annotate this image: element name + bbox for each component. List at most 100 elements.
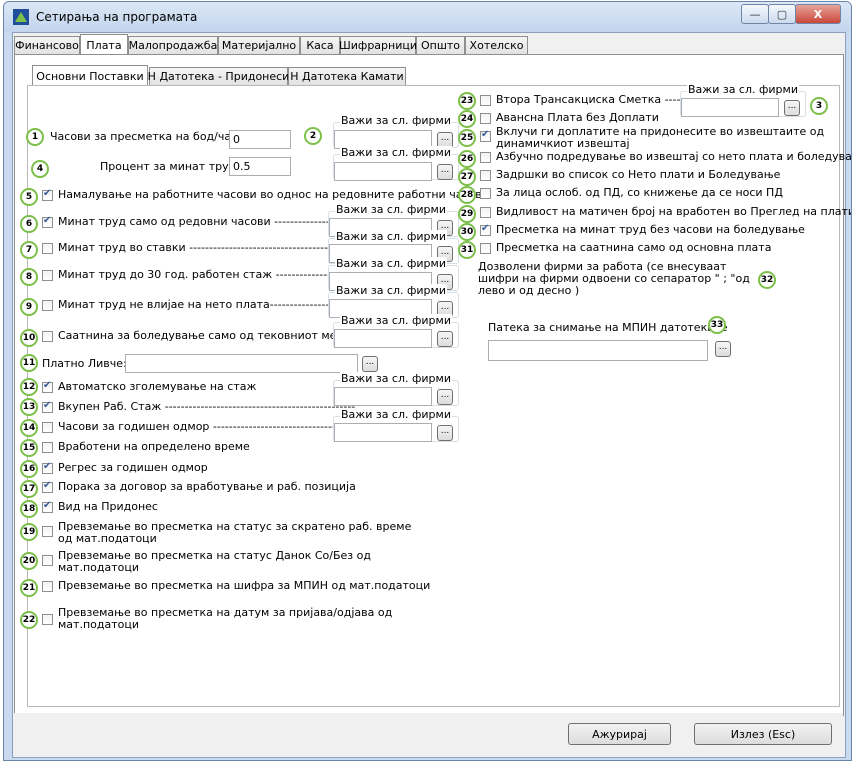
reduced-time-checkbox[interactable]: [42, 526, 53, 537]
past-work-regular-checkbox[interactable]: [42, 215, 53, 228]
firms-browse-23[interactable]: ...: [784, 100, 800, 116]
second-account-checkbox[interactable]: [480, 95, 491, 106]
tab-hotelsko[interactable]: Хотелско: [465, 36, 528, 54]
percent-label: Процент за минат труд: [100, 160, 237, 173]
register-date-checkbox[interactable]: [42, 614, 53, 625]
group-label: Важи за сл. фирми: [340, 372, 452, 385]
payslip-browse[interactable]: ...: [362, 356, 378, 372]
tab-maloprodazba[interactable]: Малопродажба: [128, 36, 218, 54]
firms-input-percent[interactable]: [334, 162, 432, 181]
button-bar: Ажурирај Излез (Esc): [14, 713, 843, 756]
subtab-content: 1 Часови за пресметка на бод/час 0 2 Важ…: [20, 83, 851, 707]
auto-tenure-checkbox[interactable]: [42, 380, 53, 393]
exempt-pd-checkbox[interactable]: [480, 188, 491, 199]
reduce-hours-checkbox[interactable]: [42, 188, 53, 201]
firms-browse-12[interactable]: ...: [437, 389, 453, 405]
vacation-bonus-checkbox[interactable]: [42, 461, 53, 474]
tax-status-label: Превземање во пресметка на статус Данок …: [58, 549, 371, 574]
tab-finansovo[interactable]: Финансово: [14, 36, 80, 54]
marker-19: 19: [20, 523, 38, 541]
marker-11: 11: [20, 354, 38, 372]
tab-label: Каса: [306, 39, 334, 52]
group-label: Важи за сл. фирми: [340, 314, 452, 327]
past-work-no-sick-label: Пресметка на минат труд без часови на бо…: [496, 223, 805, 236]
marker-20: 20: [20, 552, 38, 570]
tab-label: Шифрарници: [339, 39, 417, 52]
firms-input-23[interactable]: [681, 98, 779, 117]
firms-browse-10[interactable]: ...: [437, 331, 453, 347]
subtab-osnovni[interactable]: Основни Поставки: [32, 65, 148, 86]
marker-12: 12: [20, 378, 38, 396]
past-work-30y-checkbox[interactable]: [42, 270, 53, 281]
vacation-bonus-label: Регрес за годишен одмор: [58, 461, 208, 474]
past-work-no-sick-checkbox[interactable]: [480, 223, 491, 236]
past-work-regular-label: Минат труд само од редовни часови ------…: [58, 215, 362, 228]
past-work-items-checkbox[interactable]: [42, 243, 53, 254]
exempt-pd-label: За лица ослоб. од ПД, со книжење да се н…: [496, 186, 783, 199]
firms-input-10[interactable]: [334, 329, 432, 348]
maximize-icon: ▢: [776, 7, 788, 21]
tab-label: Плата: [86, 38, 122, 52]
past-work-net-label: Минат труд не влијае на нето плата------…: [58, 298, 362, 311]
tab-plata[interactable]: Плата: [80, 34, 128, 55]
contribution-type-checkbox[interactable]: [42, 500, 53, 513]
fixed-term-checkbox[interactable]: [42, 442, 53, 453]
tab-sifrarnici[interactable]: Шифрарници: [339, 36, 417, 54]
tax-status-checkbox[interactable]: [42, 555, 53, 566]
advance-pay-label: Авансна Плата без Доплати: [496, 111, 659, 124]
mpin-path-browse[interactable]: ...: [715, 341, 731, 357]
marker-27: 27: [458, 168, 476, 186]
sick-rate-checkbox[interactable]: [42, 331, 53, 342]
contract-message-checkbox[interactable]: [42, 480, 53, 493]
marker-3: 3: [810, 97, 828, 115]
group-label: Важи за сл. фирми: [335, 230, 447, 243]
update-button[interactable]: Ажурирај: [568, 723, 671, 745]
marker-7: 7: [20, 241, 38, 259]
marker-13: 13: [20, 398, 38, 416]
payslip-input[interactable]: [125, 354, 358, 373]
mpin-code-checkbox[interactable]: [42, 581, 53, 592]
group-label: Важи за сл. фирми: [335, 203, 447, 216]
tab-kasa[interactable]: Каса: [300, 36, 340, 54]
subtab-label: Основни Поставки: [36, 69, 144, 83]
vacation-hours-label: Часови за годишен одмор ----------------…: [58, 420, 356, 433]
maximize-button[interactable]: ▢: [768, 4, 796, 24]
rate-base-pay-checkbox[interactable]: [480, 243, 491, 254]
alphabetical-checkbox[interactable]: [480, 152, 491, 163]
minimize-button[interactable]: —: [741, 4, 769, 24]
vacation-hours-checkbox[interactable]: [42, 422, 53, 433]
deductions-checkbox[interactable]: [480, 170, 491, 181]
minimize-icon: —: [749, 7, 761, 21]
employee-id-visibility-checkbox[interactable]: [480, 207, 491, 218]
marker-30: 30: [458, 223, 476, 241]
tab-opsto[interactable]: Општо: [416, 36, 465, 54]
firms-browse-14[interactable]: ...: [437, 425, 453, 441]
subtab-kamati[interactable]: Н Датотека Камати: [288, 67, 406, 85]
close-button[interactable]: X: [795, 4, 841, 24]
reduced-time-label: Превземање во пресметка на статус за скр…: [58, 520, 412, 545]
subtab-pridonesi[interactable]: Н Датотека - Придонеси: [148, 67, 289, 85]
advance-pay-checkbox[interactable]: [480, 113, 491, 124]
marker-15: 15: [20, 439, 38, 457]
tab-materijalno[interactable]: Материјално: [218, 36, 300, 54]
marker-29: 29: [458, 205, 476, 223]
firms-browse-percent[interactable]: ...: [437, 164, 453, 180]
marker-33: 33: [708, 316, 726, 334]
percent-input[interactable]: 0.5: [229, 157, 291, 176]
firms-input-14[interactable]: [334, 423, 432, 442]
window-title: Сетирања на програмата: [36, 10, 198, 24]
include-supplements-checkbox[interactable]: [480, 129, 491, 142]
title-bar: Сетирања на програмата — ▢ X: [4, 2, 851, 32]
exit-button[interactable]: Излез (Esc): [694, 723, 832, 745]
past-work-net-checkbox[interactable]: [42, 300, 53, 311]
app-icon: [13, 9, 29, 25]
marker-28: 28: [458, 186, 476, 204]
group-label: Важи за сл. фирми: [687, 83, 799, 96]
rate-base-pay-label: Пресметка на саатнина само од основна пл…: [496, 241, 772, 254]
total-tenure-checkbox[interactable]: [42, 400, 53, 413]
hours-input[interactable]: 0: [229, 130, 291, 149]
marker-9: 9: [20, 298, 38, 316]
tab-label: Материјално: [221, 39, 297, 52]
marker-26: 26: [458, 150, 476, 168]
mpin-path-input[interactable]: [488, 340, 708, 361]
